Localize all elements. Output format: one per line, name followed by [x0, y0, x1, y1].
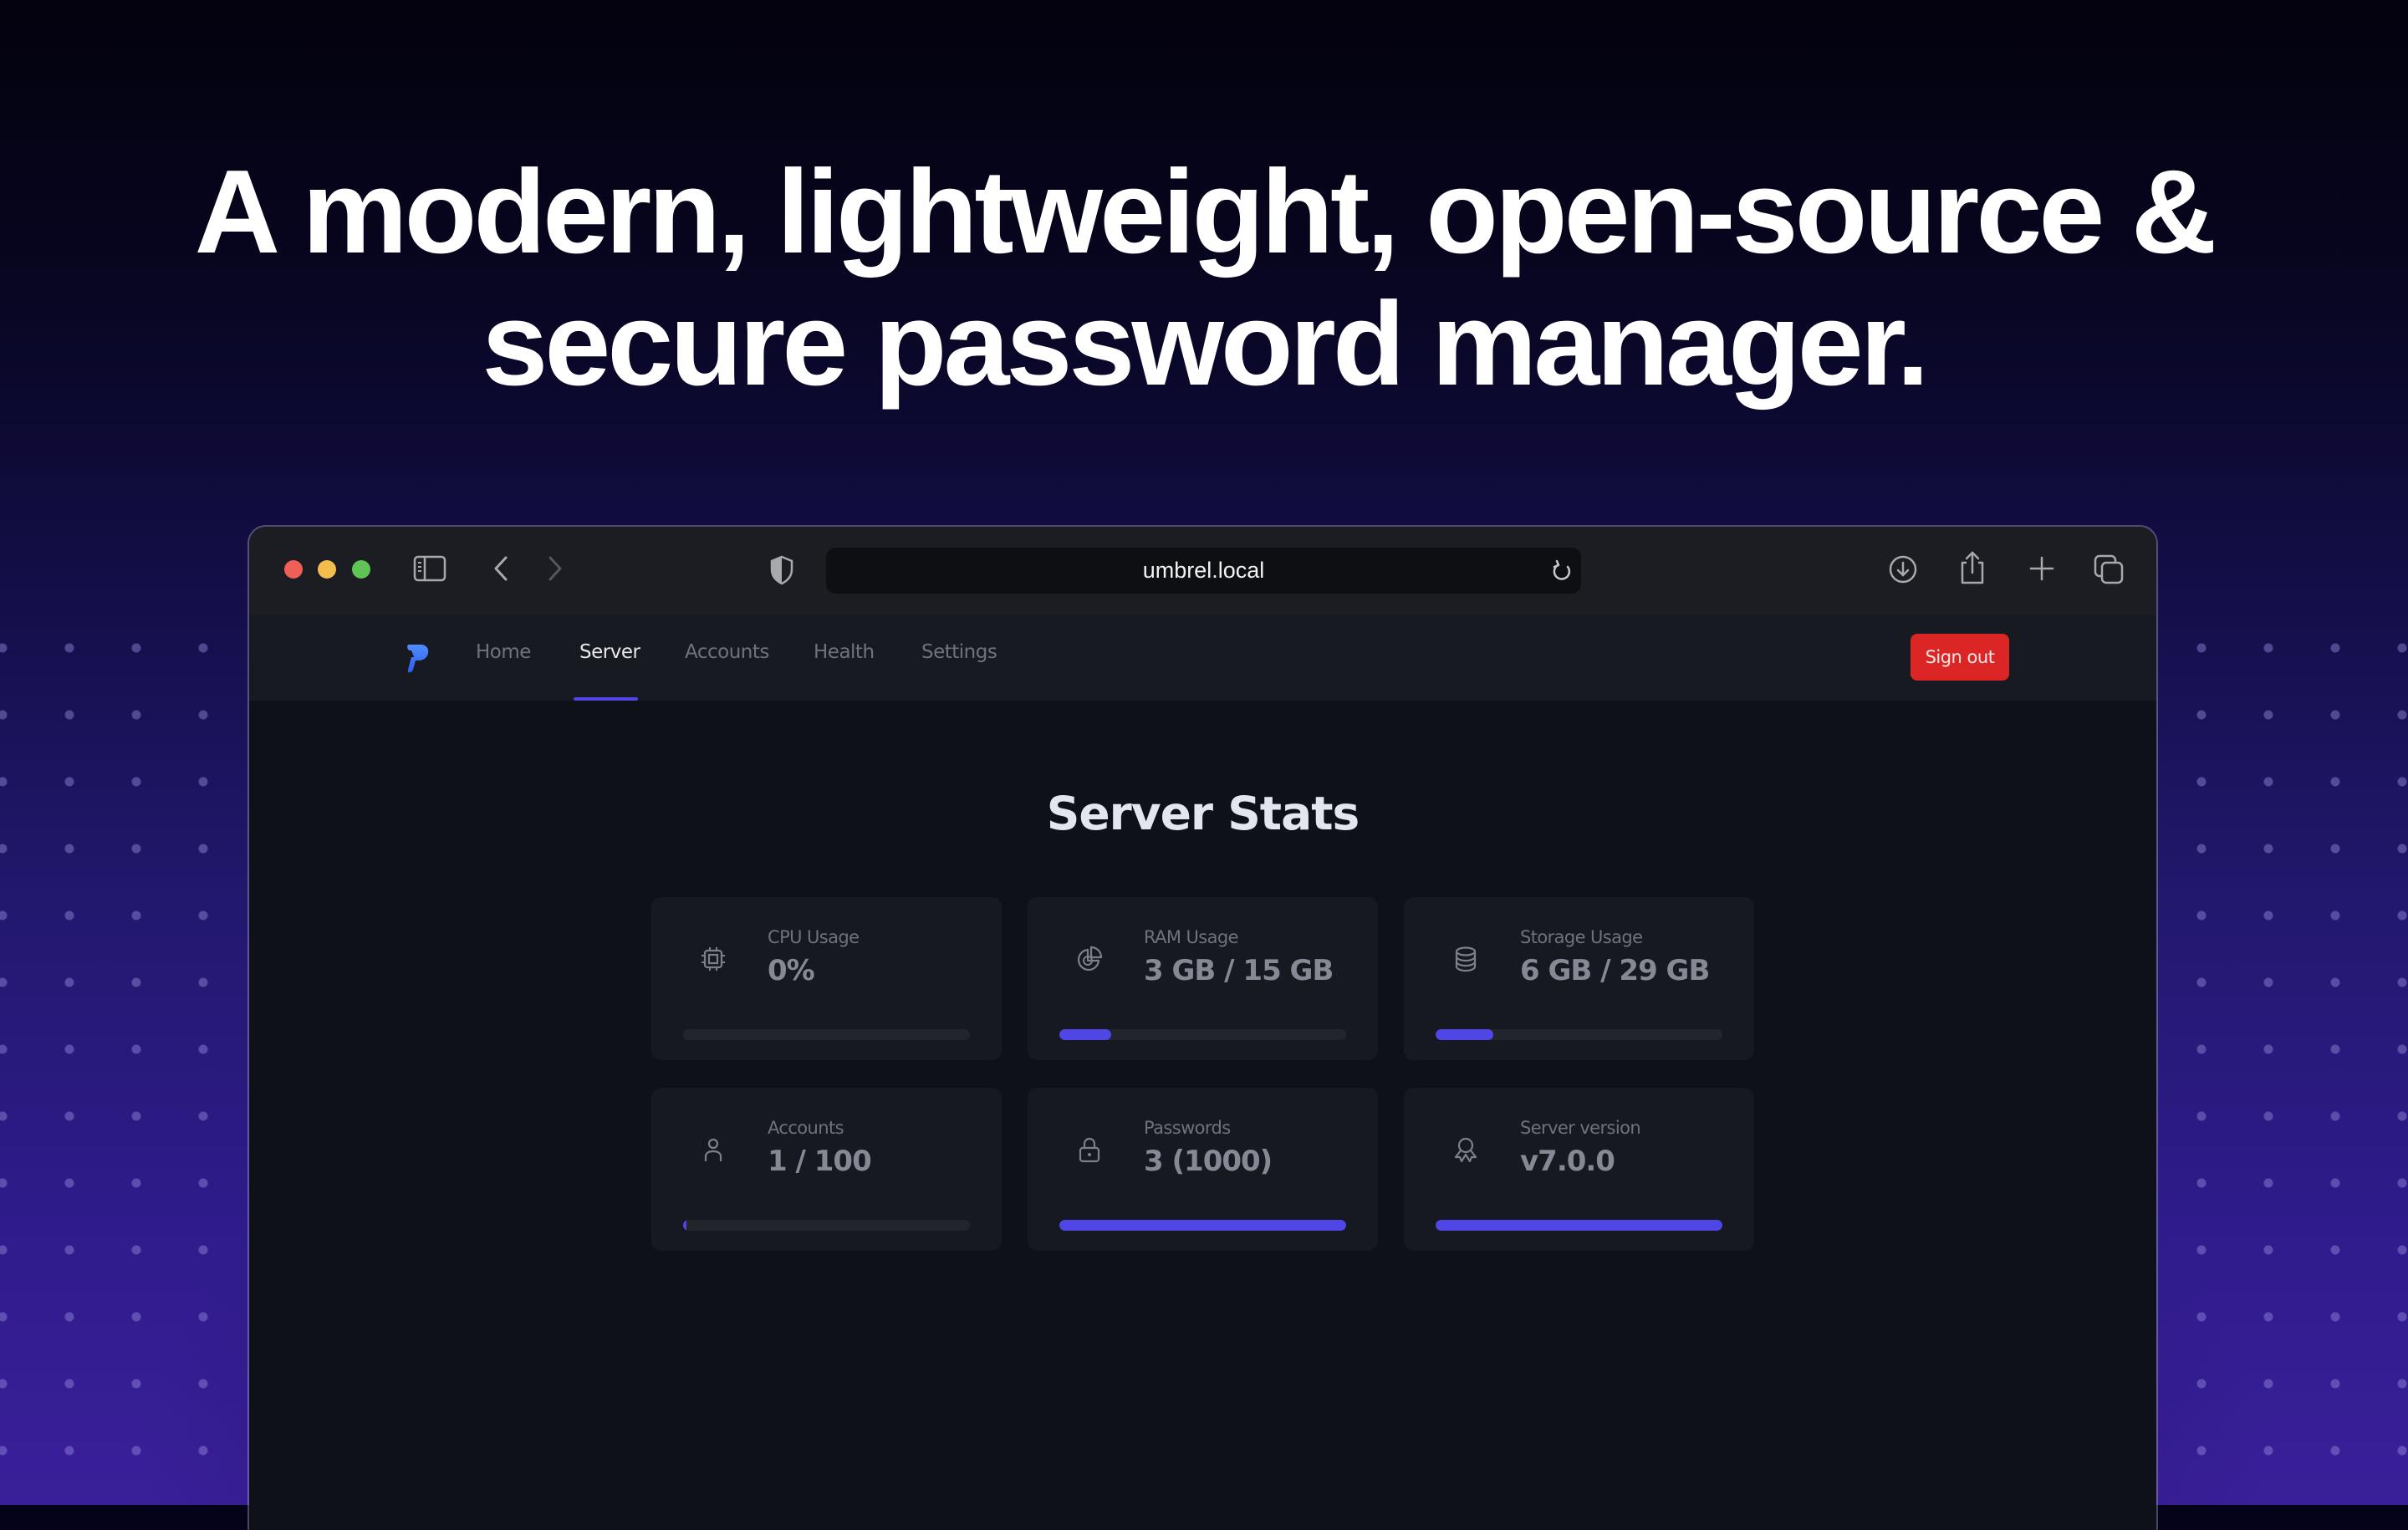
headline: A modern, lightweight, open-source & sec…: [0, 146, 2408, 411]
stat-value: 3 GB / 15 GB: [1144, 954, 1334, 987]
download-icon[interactable]: [1888, 554, 1918, 584]
stat-card-cpu: CPU Usage 0%: [651, 897, 1002, 1060]
stat-value: 6 GB / 29 GB: [1520, 954, 1710, 987]
stat-card-ram: RAM Usage 3 GB / 15 GB: [1028, 897, 1378, 1060]
back-chevron-icon[interactable]: [492, 555, 510, 582]
stat-card-accounts: Accounts 1 / 100: [651, 1088, 1002, 1251]
lock-icon: [1076, 1136, 1103, 1167]
share-icon[interactable]: [1958, 550, 1987, 585]
stat-value: 1 / 100: [768, 1145, 872, 1178]
browser-window: umbrel.local Home Server Accounts Health…: [249, 527, 2156, 1530]
stat-value: 3 (1000): [1144, 1145, 1273, 1178]
progress-track: [683, 1029, 970, 1040]
stat-value: v7.0.0: [1520, 1145, 1615, 1178]
stat-card-server-version: Server version v7.0.0: [1404, 1088, 1754, 1251]
url-text[interactable]: umbrel.local: [826, 548, 1581, 594]
stat-label: CPU Usage: [768, 927, 860, 947]
stat-label: Server version: [1520, 1118, 1641, 1138]
nav-item-home[interactable]: Home: [476, 641, 531, 663]
stat-card-passwords: Passwords 3 (1000): [1028, 1088, 1378, 1251]
stat-value: 0%: [768, 954, 815, 987]
page-title: Server Stats: [1046, 787, 1360, 840]
close-window-button[interactable]: [284, 560, 303, 579]
progress-fill: [1436, 1220, 1722, 1231]
nav-item-settings[interactable]: Settings: [921, 641, 997, 663]
minimize-window-button[interactable]: [318, 560, 336, 579]
stat-label: Accounts: [768, 1118, 844, 1138]
progress-track: [1436, 1220, 1722, 1231]
progress-fill: [1436, 1029, 1493, 1040]
zoom-window-button[interactable]: [352, 560, 370, 579]
database-icon: [1452, 946, 1479, 977]
browser-titlebar: umbrel.local: [249, 527, 2156, 615]
new-tab-plus-icon[interactable]: [2028, 555, 2055, 582]
nav-item-server[interactable]: Server: [579, 641, 640, 663]
progress-track: [683, 1220, 970, 1231]
cpu-chip-icon: [700, 946, 727, 977]
app-navbar: Home Server Accounts Health Settings Sig…: [249, 615, 2156, 701]
stat-label: Passwords: [1144, 1118, 1231, 1138]
address-bar[interactable]: umbrel.local: [826, 548, 1581, 594]
progress-fill: [683, 1220, 686, 1231]
progress-track: [1059, 1220, 1346, 1231]
user-icon: [700, 1136, 727, 1167]
reload-icon[interactable]: [1551, 559, 1573, 587]
dot-pattern-right: [2168, 615, 2408, 1505]
nav-item-accounts[interactable]: Accounts: [685, 641, 769, 663]
server-stats-page: Server Stats CPU Usage 0% RAM Usage 3 GB…: [249, 701, 2156, 1530]
app-logo-icon[interactable]: [406, 642, 431, 678]
progress-fill: [1059, 1220, 1346, 1231]
privacy-shield-icon[interactable]: [769, 555, 794, 585]
nav-item-health[interactable]: Health: [814, 641, 875, 663]
progress-track: [1436, 1029, 1722, 1040]
tabs-overview-icon[interactable]: [2093, 553, 2125, 585]
badge-award-icon: [1452, 1136, 1479, 1167]
headline-line-2: secure password manager.: [482, 278, 1929, 411]
sidebar-icon[interactable]: [413, 555, 446, 582]
stat-label: Storage Usage: [1520, 927, 1643, 947]
stat-label: RAM Usage: [1144, 927, 1239, 947]
stat-card-storage: Storage Usage 6 GB / 29 GB: [1404, 897, 1754, 1060]
headline-line-1: A modern, lightweight, open-source &: [194, 145, 2217, 278]
chart-pie-icon: [1076, 946, 1103, 977]
progress-track: [1059, 1029, 1346, 1040]
dot-pattern-left: [0, 615, 220, 1505]
forward-chevron-icon[interactable]: [546, 555, 564, 582]
progress-fill: [1059, 1029, 1111, 1040]
sign-out-button[interactable]: Sign out: [1911, 634, 2009, 681]
